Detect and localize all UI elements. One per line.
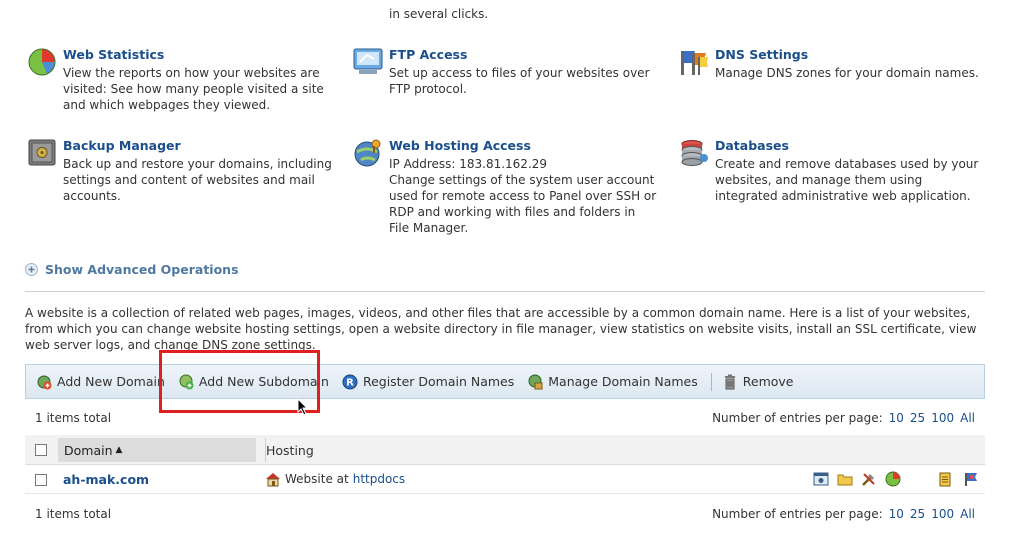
per-page-all-bottom[interactable]: All — [960, 507, 975, 521]
per-page-all[interactable]: All — [960, 411, 975, 425]
httpdocs-link[interactable]: httpdocs — [353, 472, 405, 486]
web-hosting-access-link[interactable]: Web Hosting Access — [389, 138, 531, 154]
entries-per-page: Number of entries per page: 10 25 100 Al… — [712, 411, 975, 425]
backup-manager-link[interactable]: Backup Manager — [63, 138, 181, 154]
pie-chart-icon — [28, 48, 56, 76]
add-domain-icon — [37, 375, 52, 389]
folder-icon[interactable] — [837, 471, 853, 487]
backup-manager-desc: Back up and restore your domains, includ… — [63, 157, 332, 203]
toolbar-separator — [710, 372, 712, 391]
items-total-text: 1 items total — [35, 411, 112, 425]
expand-plus-icon — [25, 262, 38, 276]
select-all-checkbox[interactable] — [35, 444, 47, 456]
svg-text:R: R — [346, 377, 354, 388]
web-statistics-link[interactable]: Web Statistics — [63, 47, 164, 63]
remove-button[interactable]: Remove — [722, 374, 794, 390]
show-advanced-operations[interactable]: Show Advanced Operations — [25, 261, 239, 277]
entries-per-page-bottom: Number of entries per page: 10 25 100 Al… — [712, 507, 975, 521]
dns-settings-desc: Manage DNS zones for your domain names. — [715, 66, 979, 80]
per-page-25-bottom[interactable]: 25 — [910, 507, 925, 521]
dns-settings-link[interactable]: DNS Settings — [715, 47, 808, 63]
pager-bottom: 1 items total Number of entries per page… — [35, 506, 975, 522]
domains-table-header: Domain ▲ Hosting — [25, 435, 985, 465]
row-checkbox[interactable] — [35, 474, 47, 486]
globe-key-icon — [354, 139, 381, 167]
ftp-access-link[interactable]: FTP Access — [389, 47, 467, 63]
web-statistics-desc: View the reports on how your websites ar… — [63, 66, 324, 112]
tools-icon[interactable] — [861, 471, 877, 487]
database-icon — [681, 140, 708, 166]
web-hosting-access-desc: IP Address: 183.81.162.29 Change setting… — [389, 156, 659, 236]
highlight-annotation — [159, 350, 320, 413]
ip-address-text: IP Address: 183.81.162.29 — [389, 157, 548, 171]
dns-flags-icon — [681, 51, 708, 75]
per-page-100[interactable]: 100 — [931, 411, 954, 425]
add-new-domain-button[interactable]: Add New Domain — [36, 374, 165, 390]
per-page-100-bottom[interactable]: 100 — [931, 507, 954, 521]
row-action-icons — [813, 471, 901, 487]
per-page-25[interactable]: 25 — [910, 411, 925, 425]
per-page-10-bottom[interactable]: 10 — [889, 507, 904, 521]
web-hosting-access-detail: Change settings of the system user accou… — [389, 173, 657, 235]
ftp-access-desc: Set up access to files of your websites … — [389, 66, 650, 96]
safe-icon — [28, 139, 56, 166]
scrolled-text-fragment: in several clicks. — [389, 7, 489, 21]
registered-r-icon: R — [342, 374, 358, 389]
items-total-text-bottom: 1 items total — [35, 507, 112, 521]
register-domain-names-button[interactable]: R Register Domain Names — [342, 374, 514, 390]
column-header-domain[interactable]: Domain ▲ — [58, 438, 256, 462]
sort-ascending-icon: ▲ — [115, 445, 123, 455]
pager-top: 1 items total Number of entries per page… — [35, 410, 975, 426]
domain-link[interactable]: ah-mak.com — [63, 472, 149, 487]
websites-intro-text: A website is a collection of related web… — [25, 306, 977, 352]
statistics-pie-icon[interactable] — [885, 471, 901, 487]
manage-domain-icon — [528, 374, 543, 389]
table-row: ah-mak.com Website at httpdocs — [25, 466, 985, 494]
trash-icon — [724, 374, 735, 389]
preview-icon[interactable] — [813, 471, 829, 487]
row-action-icons-extra — [937, 471, 979, 487]
dns-flag-icon[interactable] — [963, 471, 979, 487]
hosting-cell: Website at httpdocs — [265, 471, 405, 487]
databases-link[interactable]: Databases — [715, 138, 789, 154]
house-icon — [266, 473, 280, 487]
column-header-hosting: Hosting — [265, 438, 314, 462]
log-notepad-icon[interactable] — [937, 471, 953, 487]
section-divider — [25, 291, 985, 292]
per-page-10[interactable]: 10 — [889, 411, 904, 425]
databases-desc: Create and remove databases used by your… — [715, 157, 979, 203]
manage-domain-names-button[interactable]: Manage Domain Names — [527, 374, 698, 390]
ftp-monitor-icon — [353, 48, 383, 74]
show-advanced-operations-label: Show Advanced Operations — [45, 261, 239, 277]
